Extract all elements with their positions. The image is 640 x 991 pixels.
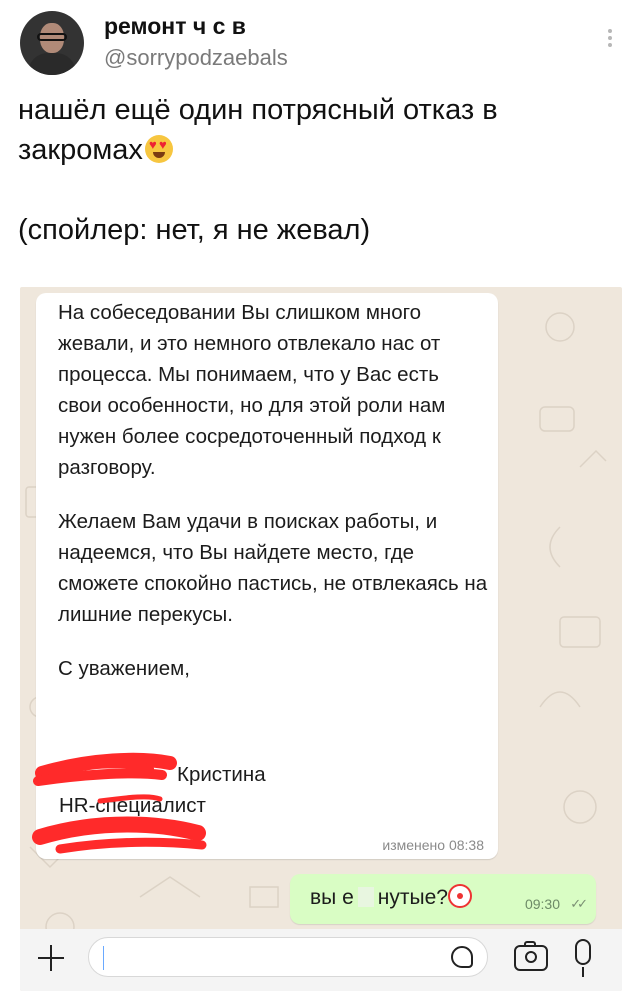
- text-caret: [103, 946, 104, 970]
- double-check-icon: ✓✓: [570, 896, 588, 911]
- message-time: изменено 08:38: [382, 837, 484, 853]
- tweet-text-line: (спойлер: нет, я не жевал): [18, 214, 371, 246]
- camera-icon[interactable]: [514, 941, 548, 971]
- tweet-header: ремонт ч с в @sorrypodzaebals: [20, 8, 620, 78]
- message-paragraph: Желаем Вам удачи в поисках работы, и над…: [58, 510, 488, 626]
- redaction-scribble: [32, 752, 207, 854]
- sticker-icon[interactable]: [451, 946, 473, 968]
- outgoing-text: вы е нутые?: [310, 884, 472, 910]
- display-name[interactable]: ремонт ч с в: [104, 13, 246, 40]
- microphone-icon[interactable]: [575, 939, 591, 977]
- clown-emoji-icon: [447, 884, 472, 908]
- incoming-message[interactable]: На собеседовании Вы слишком много жевали…: [32, 293, 498, 859]
- more-vertical-icon[interactable]: [606, 26, 614, 54]
- outgoing-text-start: вы е: [310, 886, 354, 909]
- plus-icon[interactable]: [34, 941, 68, 975]
- message-closing: С уважением,: [58, 657, 190, 680]
- outgoing-time: 09:30: [524, 896, 560, 912]
- message-input-bar: [20, 929, 622, 991]
- chat-screenshot: На собеседовании Вы слишком много жевали…: [20, 287, 622, 991]
- avatar[interactable]: [20, 11, 84, 75]
- tweet-text-line: нашёл ещё один потрясный отказ в: [18, 94, 498, 126]
- tweet-text: нашёл ещё один потрясный отказ в закрома…: [18, 90, 618, 250]
- tweet-text-line: закромах: [18, 134, 143, 166]
- user-handle[interactable]: @sorrypodzaebals: [104, 45, 288, 71]
- message-paragraph: На собеседовании Вы слишком много жевали…: [58, 301, 446, 479]
- outgoing-text-end: нутые?: [377, 886, 448, 909]
- heart-eyes-emoji-icon: [144, 135, 173, 163]
- message-input[interactable]: [88, 937, 488, 977]
- outgoing-message[interactable]: вы е нутые? 09:30 ✓✓: [290, 874, 596, 924]
